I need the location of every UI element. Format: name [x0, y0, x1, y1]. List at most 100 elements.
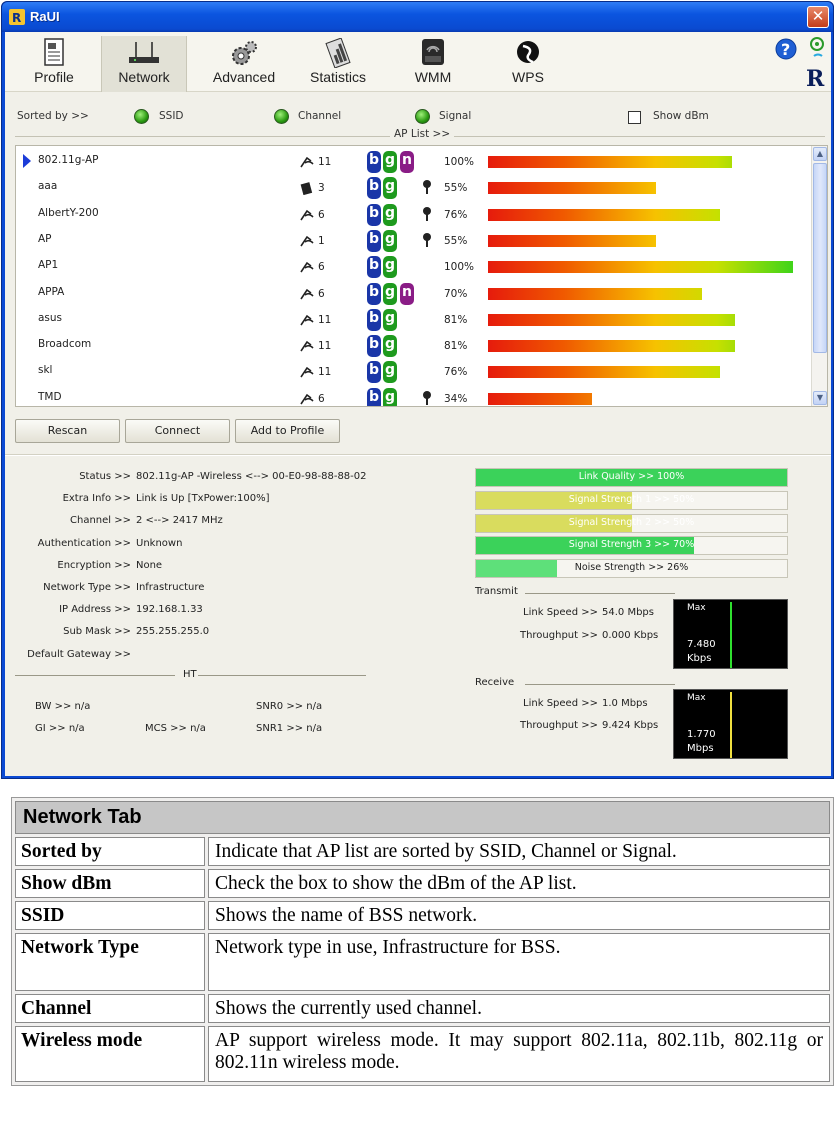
ap-list[interactable]: 802.11g-AP 11 b g n 100% aaa 3 b g 55% AlbertY-200 6…: [15, 145, 828, 407]
help-icon[interactable]: ?: [775, 38, 797, 60]
ralink-logo-icon: R: [806, 37, 825, 90]
infrastructure-icon: [299, 312, 315, 326]
ap-ssid: aaa: [38, 180, 58, 193]
table-row: Wireless mode AP support wireless mode. …: [15, 1026, 830, 1082]
infrastructure-icon: [299, 338, 315, 352]
signal-bar: [488, 234, 656, 247]
encryption-icon: [422, 206, 432, 222]
show-dbm-checkbox[interactable]: [628, 111, 641, 124]
ap-list-scrollbar[interactable]: ▲ ▼: [811, 146, 827, 406]
add-to-profile-button[interactable]: Add to Profile: [235, 419, 340, 443]
ap-ssid: APPA: [38, 285, 65, 298]
infrastructure-icon: [299, 154, 315, 168]
signal-bar: [488, 182, 656, 195]
receive-label: Receive: [475, 677, 515, 688]
close-button[interactable]: ✕: [807, 6, 829, 28]
ap-ssid: 802.11g-AP: [38, 154, 99, 166]
ap-ssid: AP1: [38, 259, 59, 272]
ap-row[interactable]: TMD 6 b g 34%: [16, 387, 811, 406]
ap-row[interactable]: skl 11 b g 76%: [16, 361, 811, 387]
ap-row[interactable]: AP1 6 b g 100%: [16, 256, 811, 282]
svg-text:R: R: [12, 11, 21, 25]
tab-wps[interactable]: WPS: [485, 36, 571, 92]
mode-g-icon: g: [383, 177, 397, 200]
status-label: Authentication >>: [37, 537, 131, 549]
ap-row[interactable]: aaa 3 b g 55%: [16, 177, 811, 203]
description-cell: Indicate that AP list are sorted by SSID…: [208, 837, 830, 866]
signal-bar-track: [488, 234, 793, 247]
scroll-down-button[interactable]: ▼: [813, 391, 827, 405]
ap-row[interactable]: AP 1 b g 55%: [16, 229, 811, 256]
description-cell: Shows the name of BSS network.: [208, 901, 830, 930]
ap-row[interactable]: Broadcom 11 b g 81%: [16, 335, 811, 361]
signal-bar-track: [488, 313, 793, 326]
mode-b-icon: b: [367, 256, 381, 279]
encryption-icon: [422, 179, 432, 195]
ap-signal-percent: 100%: [444, 156, 475, 168]
mode-b-icon: b: [367, 387, 381, 406]
table-row: Show dBm Check the box to show the dBm o…: [15, 869, 830, 898]
tab-label: Statistics: [309, 69, 366, 85]
rescan-button[interactable]: Rescan: [15, 419, 120, 443]
signal-bar: [488, 208, 720, 221]
rx-graph-value: 1.770: [687, 729, 716, 740]
sort-signal-radio[interactable]: [415, 109, 430, 124]
tab-label: WPS: [512, 69, 544, 85]
tx-throughput-label: Throughput >>: [519, 630, 598, 641]
rx-link-speed-value: 1.0 Mbps: [602, 698, 648, 709]
tab-statistics[interactable]: Statistics: [295, 36, 381, 92]
meter-text: Noise Strength >> 26%: [574, 562, 689, 574]
status-label: Network Type >>: [43, 582, 131, 593]
tab-wmm[interactable]: WMM: [390, 36, 476, 92]
signal-bar: [488, 313, 736, 326]
meter-text: Signal Strength 2 >> 50%: [568, 516, 695, 528]
statistics-icon: [325, 38, 351, 68]
signal-bar-track: [488, 340, 793, 353]
tab-label: Network: [118, 69, 170, 85]
svg-text:?: ?: [781, 40, 790, 59]
sort-channel-label: Channel: [298, 110, 342, 122]
gears-icon: [232, 41, 257, 65]
mode-b-icon: b: [367, 229, 381, 252]
signal-bar-track: [488, 156, 793, 168]
infrastructure-icon: [299, 391, 315, 405]
tab-network[interactable]: Network: [101, 36, 187, 92]
ap-row[interactable]: 802.11g-AP 11 b g n 100%: [16, 151, 811, 177]
sort-channel-radio[interactable]: [274, 109, 289, 124]
ap-signal-percent: 55%: [444, 234, 468, 247]
signal-meter: Signal Strength 2 >> 50%: [475, 513, 788, 533]
sort-ssid-radio[interactable]: [134, 109, 149, 124]
status-label: Status >>: [79, 471, 131, 482]
snr0-value: SNR0 >> n/a: [256, 701, 323, 712]
ap-channel: 11: [318, 156, 332, 168]
scroll-up-button[interactable]: ▲: [813, 147, 827, 161]
ap-row[interactable]: APPA 6 b g n 70%: [16, 282, 811, 309]
mode-g-icon: g: [383, 203, 397, 226]
tx-link-speed-value: 54.0 Mbps: [602, 607, 654, 618]
scroll-thumb[interactable]: [813, 163, 827, 353]
status-value: 2 <--> 2417 MHz: [136, 515, 223, 527]
connect-button[interactable]: Connect: [125, 419, 230, 443]
encryption-icon: [422, 390, 432, 406]
ap-ssid: AlbertY-200: [38, 206, 99, 219]
mode-g-icon: g: [383, 387, 397, 406]
description-cell: AP support wireless mode. It may support…: [208, 1026, 830, 1082]
mcs-value: MCS >> n/a: [145, 723, 206, 734]
tab-advanced[interactable]: Advanced: [201, 36, 287, 92]
ap-signal-percent: 70%: [444, 287, 468, 300]
table-row: Channel Shows the currently used channel…: [15, 994, 830, 1023]
snr1-value: SNR1 >> n/a: [256, 723, 323, 734]
sort-signal-label: Signal: [439, 110, 472, 122]
tx-graph-line: [730, 602, 732, 668]
ap-row[interactable]: asus 11 b g 81%: [16, 308, 811, 335]
ap-channel: 11: [318, 313, 332, 326]
ap-signal-percent: 76%: [444, 208, 468, 221]
tab-label: Profile: [34, 69, 74, 85]
ap-row[interactable]: AlbertY-200 6 b g 76%: [16, 203, 811, 230]
tab-profile[interactable]: Profile: [11, 36, 97, 92]
signal-bar-track: [488, 208, 793, 221]
ht-divider: [198, 675, 366, 676]
title-bar[interactable]: R RaUI ✕: [2, 2, 833, 32]
ap-channel: 3: [318, 182, 325, 195]
signal-bar: [488, 261, 793, 274]
